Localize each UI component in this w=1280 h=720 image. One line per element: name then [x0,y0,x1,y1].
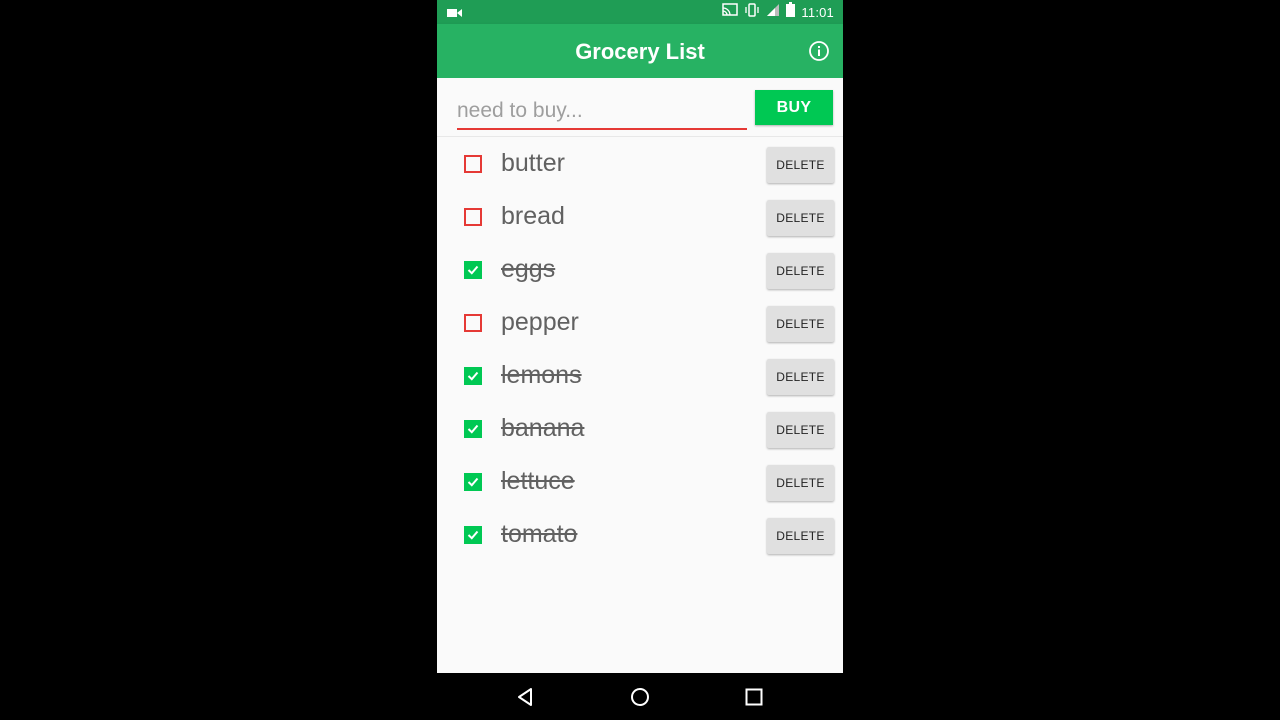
item-name: bread [501,202,565,230]
item-checkbox[interactable] [464,473,482,491]
delete-button[interactable]: DELETE [767,412,834,448]
item-checkbox[interactable] [464,526,482,544]
status-time: 11:01 [801,4,834,20]
info-icon[interactable] [808,40,830,62]
item-checkbox[interactable] [464,155,482,173]
item-checkbox[interactable] [464,261,482,279]
delete-button[interactable]: DELETE [767,359,834,395]
status-icons: 11:01 [722,2,834,22]
item-checkbox[interactable] [464,314,482,332]
item-input[interactable] [457,94,747,130]
delete-button[interactable]: DELETE [767,518,834,554]
battery-icon [786,2,796,22]
vibrate-icon [744,2,760,22]
home-icon[interactable] [629,686,651,708]
app-bar: Grocery List [437,24,843,78]
list-item: tomato DELETE [437,510,843,563]
divider [437,136,843,137]
item-name: lettuce [501,467,575,495]
item-checkbox[interactable] [464,367,482,385]
item-name: eggs [501,255,556,283]
buy-button[interactable]: BUY [755,90,833,125]
list-item: eggs DELETE [437,245,843,298]
item-name: lemons [501,361,582,389]
cast-icon [722,2,739,22]
list-item: banana DELETE [437,404,843,457]
list-item: lemons DELETE [437,351,843,404]
signal-icon [766,3,780,22]
item-name: banana [501,414,585,442]
item-checkbox[interactable] [464,420,482,438]
list-item: lettuce DELETE [437,457,843,510]
back-icon[interactable] [515,686,537,708]
list-item: pepper DELETE [437,298,843,351]
item-name: butter [501,149,565,177]
add-item-row: BUY [437,78,843,136]
navigation-bar [437,673,843,720]
delete-button[interactable]: DELETE [767,465,834,501]
video-camera-icon [447,6,463,24]
status-bar: 11:01 [437,0,843,24]
item-name: pepper [501,308,579,336]
main-content: BUY butter DELETE bread DELETE eggs DELE… [437,78,843,673]
delete-button[interactable]: DELETE [767,306,834,342]
list-item: bread DELETE [437,192,843,245]
item-name: tomato [501,520,578,548]
delete-button[interactable]: DELETE [767,253,834,289]
list-item: butter DELETE [437,139,843,192]
item-checkbox[interactable] [464,208,482,226]
recents-icon[interactable] [743,686,765,708]
delete-button[interactable]: DELETE [767,200,834,236]
delete-button[interactable]: DELETE [767,147,834,183]
page-title: Grocery List [575,39,705,64]
phone-screen: 11:01 Grocery List BUY butter DELETE bre… [437,0,843,720]
